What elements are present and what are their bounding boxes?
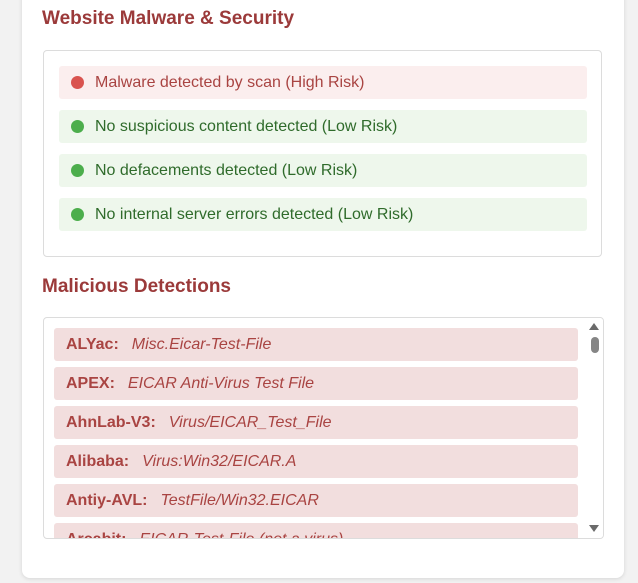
detections-list: ALYac: Misc.Eicar-Test-File APEX: EICAR … xyxy=(54,328,578,539)
detection-engine: ALYac: xyxy=(66,335,119,353)
detection-engine: Alibaba: xyxy=(66,452,130,470)
status-item-label: Malware detected by scan (High Risk) xyxy=(95,73,365,91)
detection-result: TestFile/Win32.EICAR xyxy=(160,491,319,509)
detection-result: EICAR-Test-File (not a virus) xyxy=(139,530,344,539)
status-item-label: No defacements detected (Low Risk) xyxy=(95,161,358,179)
red-status-dot-icon xyxy=(71,76,84,89)
detection-result: Virus:Win32/EICAR.A xyxy=(142,452,297,470)
status-item-defacements: No defacements detected (Low Risk) xyxy=(59,154,587,187)
vertical-scrollbar[interactable] xyxy=(587,318,603,538)
green-status-dot-icon xyxy=(71,208,84,221)
security-status-box: Malware detected by scan (High Risk) No … xyxy=(43,50,602,257)
detection-engine: AhnLab-V3: xyxy=(66,413,156,431)
detections-scroll-box[interactable]: ALYac: Misc.Eicar-Test-File APEX: EICAR … xyxy=(43,317,604,539)
green-status-dot-icon xyxy=(71,120,84,133)
security-card: Website Malware & Security Malware detec… xyxy=(22,0,624,578)
green-status-dot-icon xyxy=(71,164,84,177)
status-item-label: No suspicious content detected (Low Risk… xyxy=(95,117,398,135)
status-item-label: No internal server errors detected (Low … xyxy=(95,205,414,223)
scroll-down-arrow-icon[interactable] xyxy=(589,525,599,532)
detection-engine: Antiy-AVL: xyxy=(66,491,148,509)
scrollbar-thumb[interactable] xyxy=(591,337,599,353)
detection-row: Arcabit: EICAR-Test-File (not a virus) xyxy=(54,523,578,539)
detection-engine: Arcabit: xyxy=(66,530,127,539)
status-item-malware: Malware detected by scan (High Risk) xyxy=(59,66,587,99)
detection-engine: APEX: xyxy=(66,374,115,392)
status-item-suspicious: No suspicious content detected (Low Risk… xyxy=(59,110,587,143)
status-item-server-errors: No internal server errors detected (Low … xyxy=(59,198,587,231)
detection-result: Misc.Eicar-Test-File xyxy=(131,335,272,353)
detection-row: APEX: EICAR Anti-Virus Test File xyxy=(54,367,578,400)
detection-result: Virus/EICAR_Test_File xyxy=(168,413,332,431)
detection-row: Antiy-AVL: TestFile/Win32.EICAR xyxy=(54,484,578,517)
detection-row: ALYac: Misc.Eicar-Test-File xyxy=(54,328,578,361)
detection-row: Alibaba: Virus:Win32/EICAR.A xyxy=(54,445,578,478)
detection-row: AhnLab-V3: Virus/EICAR_Test_File xyxy=(54,406,578,439)
scroll-up-arrow-icon[interactable] xyxy=(589,323,599,330)
detection-result: EICAR Anti-Virus Test File xyxy=(127,374,315,392)
security-section-title: Website Malware & Security xyxy=(42,8,295,29)
detections-section-title: Malicious Detections xyxy=(42,276,231,297)
